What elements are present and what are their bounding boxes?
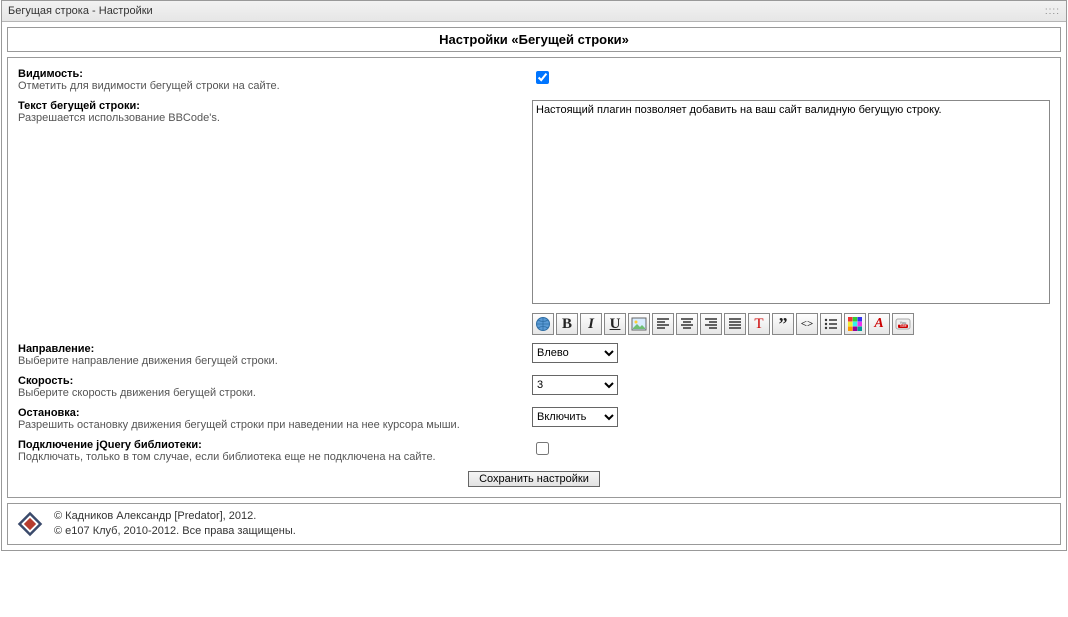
save-button[interactable]: Сохранить настройки	[468, 471, 600, 487]
align-left-icon[interactable]	[652, 313, 674, 335]
pause-hint: Разрешить остановку движения бегущей стр…	[18, 419, 528, 431]
footer: © Кадников Александр [Predator], 2012. ©…	[7, 503, 1061, 545]
color-icon[interactable]	[844, 313, 866, 335]
pause-label: Остановка:	[18, 407, 528, 419]
speed-hint: Выберите скорость движения бегущей строк…	[18, 387, 528, 399]
jquery-label: Подключение jQuery библиотеки:	[18, 439, 528, 451]
speed-select[interactable]: 3	[532, 375, 618, 395]
align-right-icon[interactable]	[700, 313, 722, 335]
align-justify-icon[interactable]	[724, 313, 746, 335]
speed-label: Скорость:	[18, 375, 528, 387]
panel-heading: Настройки «Бегущей строки»	[7, 27, 1061, 52]
bbcode-toolbar: BIU T”<> AYouTube	[532, 313, 1050, 335]
direction-hint: Выберите направление движения бегущей ст…	[18, 355, 528, 367]
visibility-checkbox[interactable]	[536, 71, 549, 84]
direction-select[interactable]: Влево	[532, 343, 618, 363]
jquery-checkbox[interactable]	[536, 442, 549, 455]
window: Бегущая строка - Настройки :::: Настройк…	[1, 0, 1067, 551]
font-clear-icon[interactable]: A	[868, 313, 890, 335]
marquee-text-input[interactable]	[532, 100, 1050, 304]
code-icon[interactable]: <>	[796, 313, 818, 335]
text-label: Текст бегущей строки:	[18, 100, 528, 112]
image-icon[interactable]	[628, 313, 650, 335]
align-center-icon[interactable]	[676, 313, 698, 335]
footer-text: © Кадников Александр [Predator], 2012. ©…	[54, 509, 296, 539]
list-icon[interactable]	[820, 313, 842, 335]
text-style-icon[interactable]: T	[748, 313, 770, 335]
window-title: Бегущая строка - Настройки	[8, 5, 153, 17]
jquery-hint: Подключать, только в том случае, если би…	[18, 451, 528, 463]
quote-icon[interactable]: ”	[772, 313, 794, 335]
bold-icon[interactable]: B	[556, 313, 578, 335]
youtube-icon[interactable]: YouTube	[892, 313, 914, 335]
settings-form: Видимость: Отметить для видимости бегуще…	[16, 64, 1052, 491]
text-hint: Разрешается использование BBCode's.	[18, 112, 528, 124]
direction-label: Направление:	[18, 343, 528, 355]
settings-panel: Видимость: Отметить для видимости бегуще…	[7, 57, 1061, 498]
underline-icon[interactable]: U	[604, 313, 626, 335]
drag-handle-icon[interactable]: ::::	[1045, 6, 1060, 17]
svg-text:Tube: Tube	[899, 324, 906, 328]
pause-select[interactable]: Включить	[532, 407, 618, 427]
content-area: Настройки «Бегущей строки» Видимость: От…	[2, 22, 1066, 550]
footer-line-1: © Кадников Александр [Predator], 2012.	[54, 509, 296, 524]
link-icon[interactable]	[532, 313, 554, 335]
visibility-label: Видимость:	[18, 68, 528, 80]
logo-icon	[16, 510, 44, 538]
italic-icon[interactable]: I	[580, 313, 602, 335]
titlebar: Бегущая строка - Настройки ::::	[2, 1, 1066, 22]
visibility-hint: Отметить для видимости бегущей строки на…	[18, 80, 528, 92]
footer-line-2: © e107 Клуб, 2010-2012. Все права защище…	[54, 524, 296, 539]
